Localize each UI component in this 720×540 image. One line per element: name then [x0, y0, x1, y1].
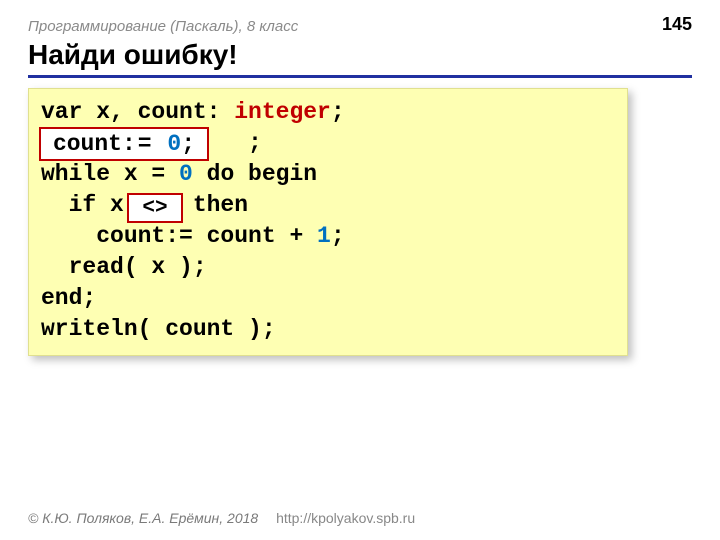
- code-line-8: writeln( count );: [41, 314, 615, 345]
- code-line-1: var x, count: integer;: [41, 97, 615, 128]
- number-literal: 1: [317, 223, 331, 249]
- code-line-3: while x = 0 do begin: [41, 159, 615, 190]
- code-line-6: read( x );: [41, 252, 615, 283]
- patch-text: count:: [53, 129, 136, 160]
- code-block: var x, count: integer; ; while x = 0 do …: [28, 88, 628, 356]
- code-text: ;: [248, 130, 262, 156]
- patch-text: <>: [142, 193, 167, 224]
- code-text: do begin: [193, 161, 317, 187]
- code-text: ;: [331, 99, 345, 125]
- correction-count-init: count: = 0 ;: [39, 127, 209, 161]
- patch-text: [154, 129, 168, 160]
- keyword-type: integer: [234, 99, 331, 125]
- number-literal: 0: [179, 161, 193, 187]
- course-label: Программирование (Паскаль), 8 класс: [28, 18, 692, 35]
- slide: Программирование (Паскаль), 8 класс 145 …: [0, 0, 720, 540]
- footer-url: http://kpolyakov.spb.ru: [276, 510, 415, 526]
- page-number: 145: [662, 14, 692, 35]
- patch-zero: 0: [167, 129, 181, 160]
- code-text: var x, count:: [41, 99, 234, 125]
- footer: © К.Ю. Поляков, Е.А. Ерёмин, 2018 http:/…: [28, 510, 415, 526]
- code-line-5: count:= count + 1;: [41, 221, 615, 252]
- slide-title: Найди ошибку!: [28, 39, 692, 78]
- patch-eq: =: [138, 129, 152, 160]
- copyright: © К.Ю. Поляков, Е.А. Ерёмин, 2018: [28, 510, 258, 526]
- code-text: ;: [331, 223, 345, 249]
- patch-text: ;: [181, 129, 195, 160]
- code-text: while x =: [41, 161, 179, 187]
- correction-operator: <>: [127, 193, 183, 223]
- code-line-7: end;: [41, 283, 615, 314]
- code-text: count:= count +: [41, 223, 317, 249]
